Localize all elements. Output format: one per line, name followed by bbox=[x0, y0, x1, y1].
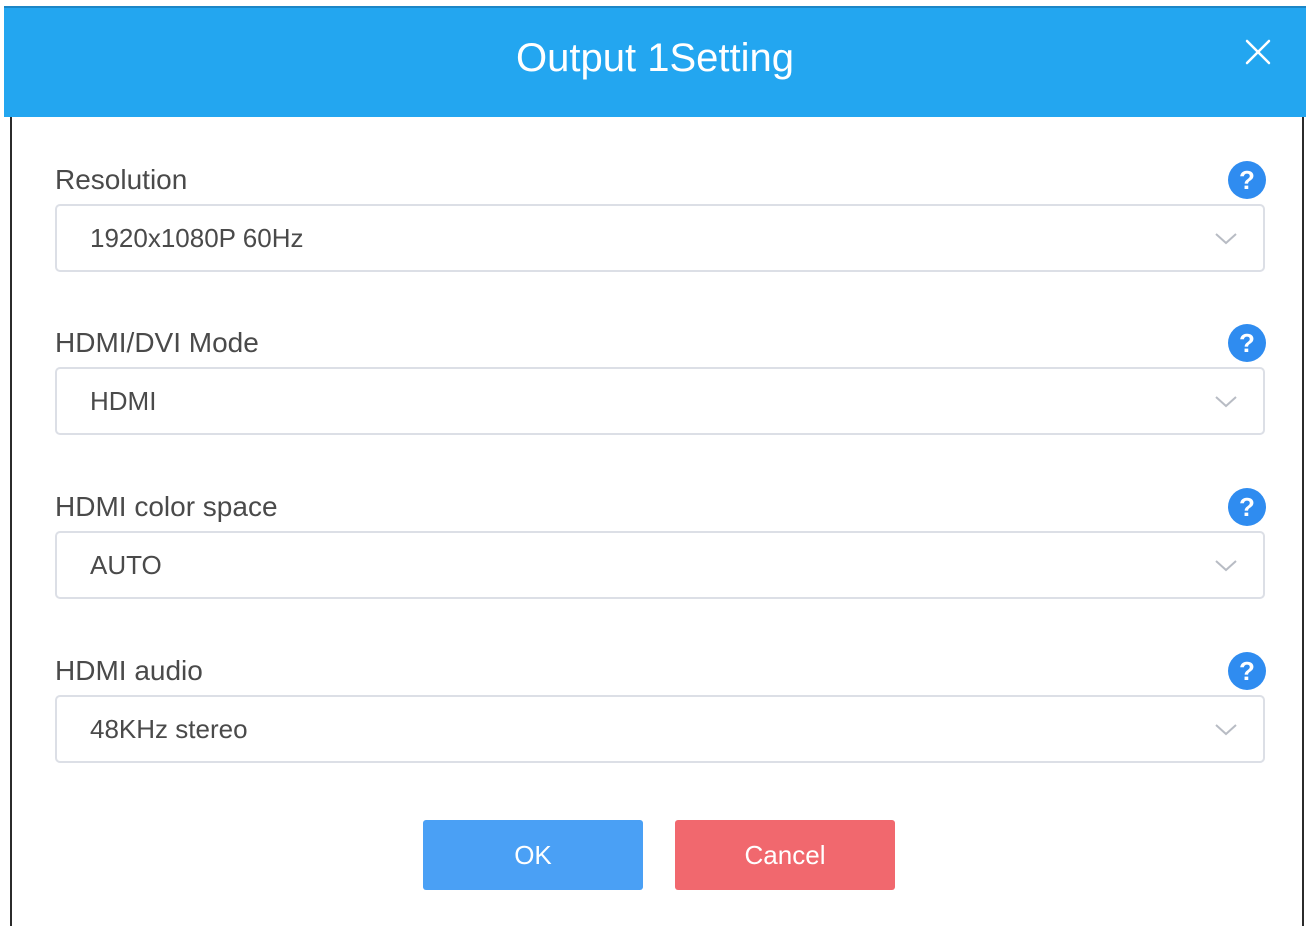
cancel-button[interactable]: Cancel bbox=[675, 820, 895, 890]
help-icon[interactable]: ? bbox=[1227, 160, 1267, 200]
hdmi-dvi-mode-value: HDMI bbox=[90, 386, 157, 416]
chevron-down-icon bbox=[1215, 233, 1237, 245]
hdmi-color-space-value: AUTO bbox=[90, 550, 162, 580]
svg-text:?: ? bbox=[1239, 328, 1255, 358]
resolution-value: 1920x1080P 60Hz bbox=[90, 223, 304, 253]
resolution-label: Resolution bbox=[55, 164, 188, 195]
svg-text:?: ? bbox=[1239, 492, 1255, 522]
help-icon[interactable]: ? bbox=[1227, 323, 1267, 363]
dialog-title: Output 1Setting bbox=[516, 36, 794, 80]
svg-text:?: ? bbox=[1239, 165, 1255, 195]
hdmi-audio-label: HDMI audio bbox=[55, 655, 203, 686]
hdmi-dvi-mode-label: HDMI/DVI Mode bbox=[55, 327, 259, 358]
close-icon[interactable] bbox=[1242, 36, 1274, 68]
resolution-select[interactable]: 1920x1080P 60Hz bbox=[55, 204, 1265, 272]
chevron-down-icon bbox=[1215, 396, 1237, 408]
chevron-down-icon bbox=[1215, 560, 1237, 572]
ok-button[interactable]: OK bbox=[423, 820, 643, 890]
help-icon[interactable]: ? bbox=[1227, 651, 1267, 691]
output-setting-dialog: Output 1Setting Resolution ? 1920x1080P … bbox=[4, 6, 1306, 926]
dialog-header: Output 1Setting bbox=[4, 6, 1306, 117]
hdmi-color-space-select[interactable]: AUTO bbox=[55, 531, 1265, 599]
hdmi-color-space-label: HDMI color space bbox=[55, 491, 278, 522]
hdmi-audio-value: 48KHz stereo bbox=[90, 714, 248, 744]
hdmi-audio-select[interactable]: 48KHz stereo bbox=[55, 695, 1265, 763]
hdmi-dvi-mode-select[interactable]: HDMI bbox=[55, 367, 1265, 435]
help-icon[interactable]: ? bbox=[1227, 487, 1267, 527]
svg-text:?: ? bbox=[1239, 656, 1255, 686]
chevron-down-icon bbox=[1215, 724, 1237, 736]
